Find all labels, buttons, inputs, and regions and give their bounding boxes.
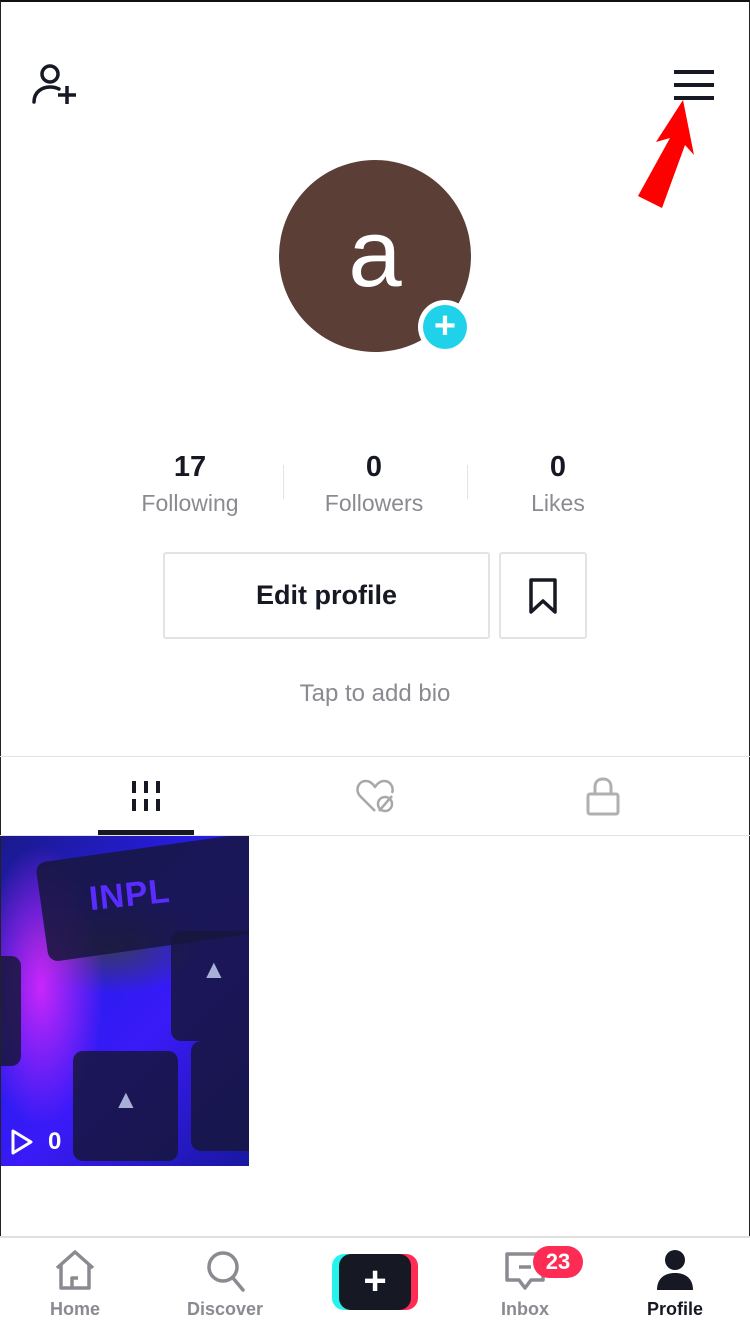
stat-likes[interactable]: 0 Likes (466, 450, 650, 517)
nav-discover[interactable]: Discover (150, 1248, 300, 1320)
person-plus-icon (32, 64, 76, 104)
view-count-value: 0 (48, 1128, 62, 1155)
tab-liked[interactable] (251, 757, 501, 835)
keycap-shape (171, 931, 249, 1041)
profile-icon (657, 1250, 693, 1290)
nav-profile[interactable]: Profile (600, 1248, 750, 1320)
keycap-glyph: ▲ (113, 1084, 139, 1114)
keycap-shape (1, 956, 21, 1066)
nav-label: Inbox (501, 1299, 549, 1319)
add-friend-button[interactable] (30, 62, 80, 108)
add-avatar-button[interactable]: + (418, 300, 472, 354)
tab-videos[interactable] (21, 757, 271, 835)
stat-followers[interactable]: 0 Followers (282, 450, 466, 517)
plus-icon: + (423, 305, 467, 349)
nav-label: Discover (186, 1299, 264, 1319)
play-icon (11, 1129, 33, 1155)
nav-home[interactable]: Home (0, 1248, 150, 1320)
red-arrow-annotation (638, 100, 694, 208)
bottom-nav: Home Discover + Inbox 23 Profile (0, 1236, 750, 1336)
stat-value: 17 (173, 451, 207, 483)
home-icon (55, 1250, 95, 1290)
search-icon (207, 1251, 245, 1292)
stat-label: Followers (324, 490, 424, 516)
create-plus-icon: + (339, 1254, 411, 1310)
stat-following[interactable]: 17 Following (98, 450, 282, 517)
grid-icon (132, 781, 160, 811)
stat-label: Following (141, 490, 239, 516)
keycap-glyph: ▲ (201, 954, 227, 984)
stat-label: Likes (531, 490, 585, 516)
stat-value: 0 (549, 451, 567, 483)
favorites-button[interactable] (499, 552, 587, 639)
heart-hidden-icon (356, 779, 394, 813)
inbox-badge: 23 (533, 1246, 583, 1278)
create-button[interactable]: + (332, 1254, 418, 1310)
add-bio-link[interactable]: Tap to add bio (0, 680, 750, 708)
lock-icon (586, 777, 620, 816)
bookmark-icon (529, 577, 557, 614)
view-count: 0 (10, 1128, 61, 1156)
nav-label: Profile (646, 1299, 703, 1319)
nav-label: Home (49, 1299, 100, 1319)
avatar-letter: a (348, 200, 402, 307)
stat-value: 0 (365, 451, 383, 483)
tab-private[interactable] (478, 757, 728, 835)
keycap-shape (191, 1041, 249, 1151)
video-thumbnail[interactable]: INPL ▲ ▲ (1, 836, 249, 1166)
menu-button[interactable] (672, 68, 716, 102)
hamburger-menu-icon (674, 70, 714, 100)
edit-profile-button[interactable]: Edit profile (163, 552, 490, 639)
